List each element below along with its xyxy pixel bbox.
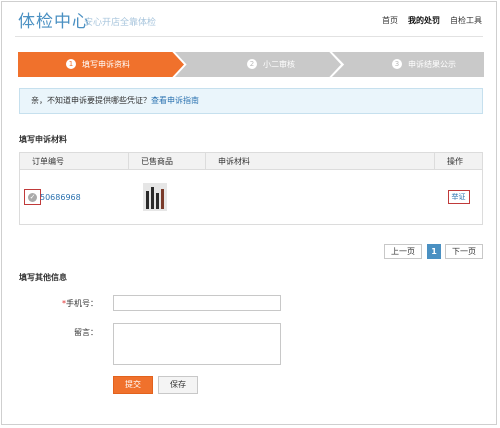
brand-title: 体检中心 xyxy=(18,12,90,32)
step-number-icon: 2 xyxy=(247,58,257,69)
product-thumbnail[interactable] xyxy=(142,183,167,211)
order-cell: ✓ 50686968 xyxy=(19,169,129,225)
brand-tagline: 安心开店全靠体检 xyxy=(84,18,157,28)
phone-input[interactable] xyxy=(113,295,281,311)
row-select-checkbox[interactable]: ✓ xyxy=(24,189,41,205)
step-number-icon: 1 xyxy=(66,58,76,69)
action-cell: 举证 xyxy=(434,169,483,225)
col-action: 操作 xyxy=(434,152,483,170)
prev-page-button[interactable]: 上一页 xyxy=(384,244,422,259)
step-result-publication: 3 申诉结果公示 xyxy=(332,52,484,77)
message-label: 留言： xyxy=(74,328,98,337)
phone-label: *手机号： xyxy=(62,299,98,308)
step-label: 申诉结果公示 xyxy=(408,60,456,69)
col-order-no: 订单编号 xyxy=(19,152,129,170)
info-notice: 亲，不知道申诉要提供哪些凭证？查看申诉指南 xyxy=(19,88,483,114)
pagination: 上一页 1 下一页 xyxy=(384,244,484,259)
next-page-button[interactable]: 下一页 xyxy=(445,244,483,259)
table-row: ✓ 50686968 举证 xyxy=(19,169,483,225)
notice-text: 亲，不知道申诉要提供哪些凭证？ xyxy=(31,96,151,105)
message-textarea[interactable] xyxy=(113,323,281,365)
progress-steps: 1 填写申诉资料 2 小二审核 3 申诉结果公示 xyxy=(18,52,484,77)
step-label: 填写申诉资料 xyxy=(82,60,130,69)
page-1-button[interactable]: 1 xyxy=(427,244,441,259)
header-divider xyxy=(15,36,483,37)
header: 体检中心 安心开店全靠体检 首页 我的处罚 自检工具 xyxy=(18,7,482,35)
nav-my-penalties[interactable]: 我的处罚 xyxy=(408,16,440,25)
materials-section-title: 填写申诉材料 xyxy=(19,135,67,144)
appeal-guide-link[interactable]: 查看申诉指南 xyxy=(151,96,199,105)
check-circle-icon: ✓ xyxy=(28,193,37,202)
save-button[interactable]: 保存 xyxy=(158,376,198,394)
material-cell xyxy=(205,169,435,225)
nav-home[interactable]: 首页 xyxy=(382,16,398,25)
step-label: 小二审核 xyxy=(263,60,295,69)
other-info-section-title: 填写其他信息 xyxy=(19,273,67,282)
col-product: 已售商品 xyxy=(128,152,206,170)
step-review: 2 小二审核 xyxy=(175,52,341,77)
order-number-link[interactable]: 50686968 xyxy=(40,193,81,202)
top-nav: 首页 我的处罚 自检工具 xyxy=(372,15,482,26)
nav-self-check-tools[interactable]: 自检工具 xyxy=(450,16,482,25)
col-material: 申诉材料 xyxy=(205,152,435,170)
product-cell xyxy=(128,169,206,225)
submit-evidence-button[interactable]: 举证 xyxy=(447,190,470,204)
table-header-row: 订单编号 已售商品 申诉材料 操作 xyxy=(19,152,483,170)
materials-table: 订单编号 已售商品 申诉材料 操作 ✓ 50686968 举证 xyxy=(19,152,483,225)
submit-button[interactable]: 提交 xyxy=(113,376,153,394)
step-number-icon: 3 xyxy=(392,58,402,69)
step-fill-materials: 1 填写申诉资料 xyxy=(18,52,184,77)
